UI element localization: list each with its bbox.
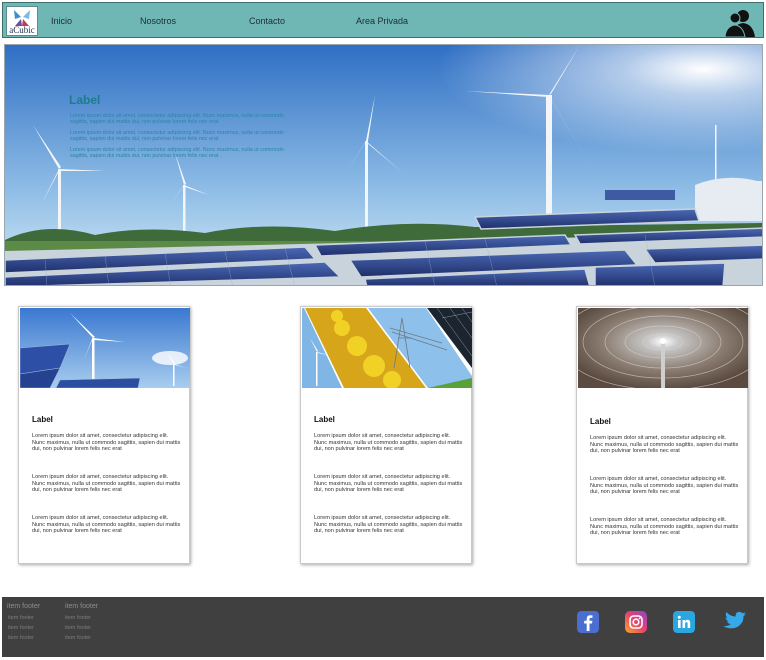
facebook-icon[interactable] [577,611,599,633]
logo-text: aCubic [9,25,35,35]
card-image-energy-collage [302,308,472,388]
card-image-solar-thermal [578,308,748,388]
footer-heading[interactable]: item footer [7,603,40,610]
hero-title: Label [69,93,101,107]
footer-link[interactable]: item footer [8,635,34,641]
users-icon[interactable] [723,7,757,37]
linkedin-icon[interactable] [673,611,695,633]
hero-paragraph: Lorem ipsum dolor sit amet, consectetur … [70,113,284,126]
card-2[interactable]: Label Lorem ipsum dolor sit amet, consec… [300,306,472,564]
card-title: Label [32,415,53,424]
footer-link[interactable]: item footer [65,635,91,641]
card-paragraph: Lorem ipsum dolor sit amet, consectetur … [314,515,463,535]
card-1[interactable]: Label Lorem ipsum dolor sit amet, consec… [18,306,190,564]
card-paragraph: Lorem ipsum dolor sit amet, consectetur … [32,515,181,535]
footer-heading[interactable]: item footer [65,603,98,610]
card-paragraph: Lorem ipsum dolor sit amet, consectetur … [590,476,739,496]
hero-paragraph: Lorem ipsum dolor sit amet, consectetur … [70,130,284,143]
card-paragraph: Lorem ipsum dolor sit amet, consectetur … [314,433,463,453]
footer-link[interactable]: item footer [65,625,91,631]
card-paragraph: Lorem ipsum dolor sit amet, consectetur … [32,474,181,494]
nav-inicio[interactable]: Inicio [51,16,72,26]
card-paragraph: Lorem ipsum dolor sit amet, consectetur … [590,435,739,455]
footer-link[interactable]: item footer [65,615,91,621]
card-title: Label [314,415,335,424]
nav-contacto[interactable]: Contacto [249,16,285,26]
card-paragraph: Lorem ipsum dolor sit amet, consectetur … [314,474,463,494]
logo[interactable]: aCubic [6,6,38,36]
card-title: Label [590,417,611,426]
hero-banner: Label Lorem ipsum dolor sit amet, consec… [4,44,763,286]
hero-image-wind-solar [5,45,762,285]
nav-nosotros[interactable]: Nosotros [140,16,176,26]
footer-link[interactable]: item footer [8,615,34,621]
top-navbar: aCubic Inicio Nosotros Contacto Area Pri… [2,2,764,38]
hero-paragraph: Lorem ipsum dolor sit amet, consectetur … [70,147,284,160]
twitter-icon[interactable] [721,611,747,633]
footer-link[interactable]: item footer [8,625,34,631]
card-3[interactable]: Label Lorem ipsum dolor sit amet, consec… [576,306,748,564]
footer: item footer item footer item footer item… [2,597,764,657]
nav-area-privada[interactable]: Area Privada [356,16,408,26]
card-image-wind-solar [20,308,190,388]
instagram-icon[interactable] [625,611,647,633]
card-paragraph: Lorem ipsum dolor sit amet, consectetur … [590,517,739,537]
card-paragraph: Lorem ipsum dolor sit amet, consectetur … [32,433,181,453]
